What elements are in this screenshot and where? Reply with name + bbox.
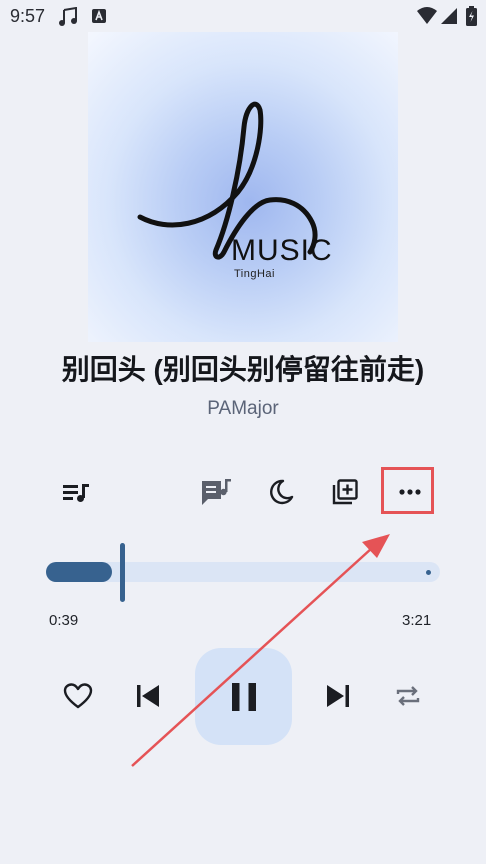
artist-name[interactable]: PAMajor [0, 398, 486, 420]
lyrics-button[interactable] [196, 472, 236, 512]
current-time: 0:39 [49, 612, 79, 629]
album-art: MUSIC TingHai [88, 32, 398, 342]
add-to-playlist-button[interactable] [325, 472, 365, 512]
sleep-timer-button[interactable] [260, 472, 300, 512]
signal-icon [441, 8, 457, 24]
song-title: 别回头 (别回头别停留往前走) [61, 354, 425, 385]
skip-previous-icon [137, 685, 159, 707]
pause-icon-wrap [195, 648, 292, 745]
album-logo-script [137, 101, 318, 260]
font-a-icon [92, 9, 106, 23]
playlist-icon [63, 484, 89, 502]
skip-next-icon [327, 685, 349, 707]
wifi-icon [417, 7, 437, 24]
progress-end-dot [426, 570, 431, 575]
heart-icon [63, 683, 93, 709]
battery-charging-icon [466, 6, 477, 26]
like-button[interactable] [58, 676, 98, 716]
progress-thumb[interactable] [120, 543, 125, 602]
repeat-icon [396, 686, 420, 706]
moon-icon [270, 479, 294, 505]
pause-icon [231, 682, 256, 711]
highlight-box [381, 467, 434, 514]
next-button[interactable] [318, 676, 358, 716]
add-to-playlist-icon [332, 479, 358, 505]
album-logo-subtext: TingHai [234, 268, 275, 280]
status-time: 9:57 [10, 6, 46, 26]
album-logo-text: MUSIC [231, 234, 333, 267]
music-note-icon [59, 7, 77, 26]
repeat-button[interactable] [388, 676, 428, 716]
previous-button[interactable] [128, 676, 168, 716]
progress-fill [46, 562, 112, 582]
total-time: 3:21 [402, 612, 432, 629]
lyrics-icon [202, 479, 231, 505]
queue-button[interactable] [56, 472, 96, 512]
